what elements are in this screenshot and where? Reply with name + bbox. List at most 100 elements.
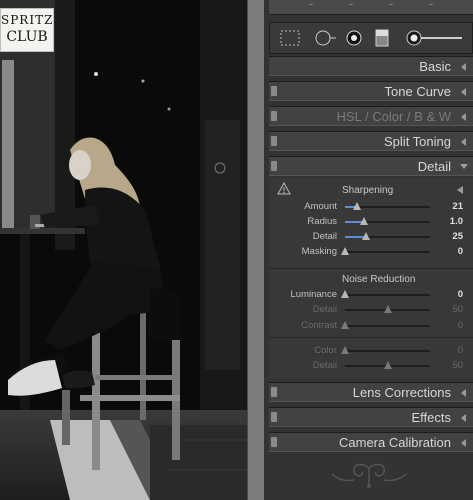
slider-value[interactable]: 21: [452, 201, 463, 212]
warning-icon[interactable]: [277, 182, 291, 196]
slider-value[interactable]: 0: [458, 345, 463, 356]
slider-track[interactable]: [341, 346, 430, 354]
hsl-color-bw-label: HSL / Color / B & W: [337, 109, 451, 124]
section-lens-corrections[interactable]: Lens Corrections: [269, 382, 473, 402]
slider-row[interactable]: Radius 1.0: [269, 215, 473, 229]
photo-preview: SPRITZ CLUB: [0, 0, 247, 500]
divider: [269, 337, 473, 338]
panel-switch-icon[interactable]: [271, 161, 277, 171]
slider-row[interactable]: Detail 50: [269, 303, 473, 317]
collapse-triangle-icon[interactable]: [461, 138, 466, 146]
slider-knob[interactable]: [341, 321, 349, 329]
slider-track[interactable]: [341, 321, 430, 329]
slider-row[interactable]: Detail 25: [269, 230, 473, 244]
slider-knob[interactable]: [341, 346, 349, 354]
section-label: Lens Corrections: [352, 385, 451, 400]
slider-knob[interactable]: [341, 290, 349, 298]
slider-track[interactable]: [345, 305, 430, 313]
slider-label: Color: [314, 345, 337, 356]
panel-end-ornament-icon: [331, 463, 407, 488]
collapse-triangle-icon[interactable]: [461, 389, 466, 397]
section-split-toning[interactable]: Split Toning: [269, 131, 473, 151]
section-effects[interactable]: Effects: [269, 407, 473, 427]
tool-strip: [269, 22, 473, 54]
slider-value[interactable]: 25: [452, 231, 463, 242]
section-label: Effects: [411, 410, 451, 425]
panel-divider[interactable]: [247, 0, 265, 500]
collapse-triangle-icon[interactable]: [461, 439, 466, 447]
noise-reduction-title: Noise Reduction: [342, 274, 416, 285]
slider-label: Detail: [312, 231, 337, 242]
slash: /: [364, 109, 369, 124]
slider-knob[interactable]: [362, 232, 371, 240]
collapse-triangle-icon[interactable]: [461, 414, 466, 422]
slider-row[interactable]: Detail 50: [269, 359, 473, 373]
slider-row[interactable]: Luminance 0: [269, 288, 473, 302]
sharpening-toggle-icon[interactable]: [457, 186, 463, 194]
sign-line-1: SPRITZ: [1, 13, 54, 27]
slider-label: Contrast: [301, 320, 337, 331]
slider-track[interactable]: [345, 217, 430, 225]
slider-track[interactable]: [345, 232, 430, 240]
slider-label: Masking: [301, 246, 337, 257]
section-tone-curve[interactable]: Tone Curve: [269, 81, 473, 101]
graduated-filter-icon[interactable]: [374, 28, 390, 48]
slider-row[interactable]: Amount 21: [269, 200, 473, 214]
slider-knob[interactable]: [341, 247, 349, 255]
histogram-strip: [269, 0, 473, 15]
section-label: Camera Calibration: [339, 435, 451, 450]
slash: /: [406, 109, 411, 124]
slider-value[interactable]: 0: [458, 320, 463, 331]
tab-bw[interactable]: B & W: [414, 109, 451, 124]
panel-switch-icon[interactable]: [271, 136, 277, 146]
collapse-triangle-icon[interactable]: [461, 63, 466, 71]
panel-switch-icon[interactable]: [271, 412, 277, 422]
slider-value[interactable]: 50: [452, 304, 463, 315]
slider-track[interactable]: [345, 202, 430, 210]
panel-switch-icon[interactable]: [271, 437, 277, 447]
section-label: Split Toning: [384, 134, 451, 149]
slider-value[interactable]: 0: [458, 246, 463, 257]
tab-hsl[interactable]: HSL: [337, 109, 362, 124]
section-label: Tone Curve: [384, 84, 451, 99]
slider-knob[interactable]: [352, 202, 361, 210]
section-detail[interactable]: Detail: [269, 156, 473, 176]
slider-track[interactable]: [341, 247, 430, 255]
slider-value[interactable]: 50: [452, 360, 463, 371]
slider-knob[interactable]: [359, 217, 368, 225]
sharpening-title: Sharpening: [342, 185, 394, 196]
crop-overlay-icon[interactable]: [278, 28, 302, 48]
collapse-triangle-icon[interactable]: [461, 88, 466, 96]
section-label: Basic: [419, 59, 451, 74]
slider-track[interactable]: [341, 290, 430, 298]
section-basic[interactable]: Basic: [269, 56, 473, 76]
section-label: Detail: [417, 159, 451, 174]
expand-triangle-icon[interactable]: [460, 164, 468, 169]
divider: [269, 268, 473, 269]
spot-removal-icon[interactable]: [312, 28, 338, 48]
slider-label: Detail: [312, 304, 337, 315]
slider-row[interactable]: Contrast 0: [269, 319, 473, 333]
develop-panel: Basic Tone Curve HSL / Color / B & W Spl…: [264, 0, 473, 500]
panel-switch-icon[interactable]: [271, 86, 277, 96]
slider-label: Luminance: [290, 289, 337, 300]
slider-value[interactable]: 1.0: [450, 216, 463, 227]
collapse-triangle-icon[interactable]: [461, 113, 466, 121]
slider-track[interactable]: [345, 361, 430, 369]
section-hsl[interactable]: HSL / Color / B & W: [269, 106, 473, 126]
slider-knob[interactable]: [383, 361, 392, 369]
slider-row[interactable]: Color 0: [269, 344, 473, 358]
red-eye-icon[interactable]: [344, 28, 364, 48]
slider-knob[interactable]: [383, 305, 392, 313]
adjustment-brush-icon[interactable]: [404, 28, 466, 48]
section-camera-calibration[interactable]: Camera Calibration: [269, 432, 473, 452]
tab-color[interactable]: Color: [372, 109, 403, 124]
slider-row[interactable]: Masking 0: [269, 245, 473, 259]
detail-panel-body: Sharpening Amount 21 Radius 1.0 Detail 25 Mask…: [269, 178, 473, 378]
street-photo: [0, 0, 247, 500]
slider-value[interactable]: 0: [458, 289, 463, 300]
slider-label: Amount: [304, 201, 337, 212]
slider-label: Detail: [312, 360, 337, 371]
panel-switch-icon[interactable]: [271, 111, 277, 121]
panel-switch-icon[interactable]: [271, 387, 277, 397]
